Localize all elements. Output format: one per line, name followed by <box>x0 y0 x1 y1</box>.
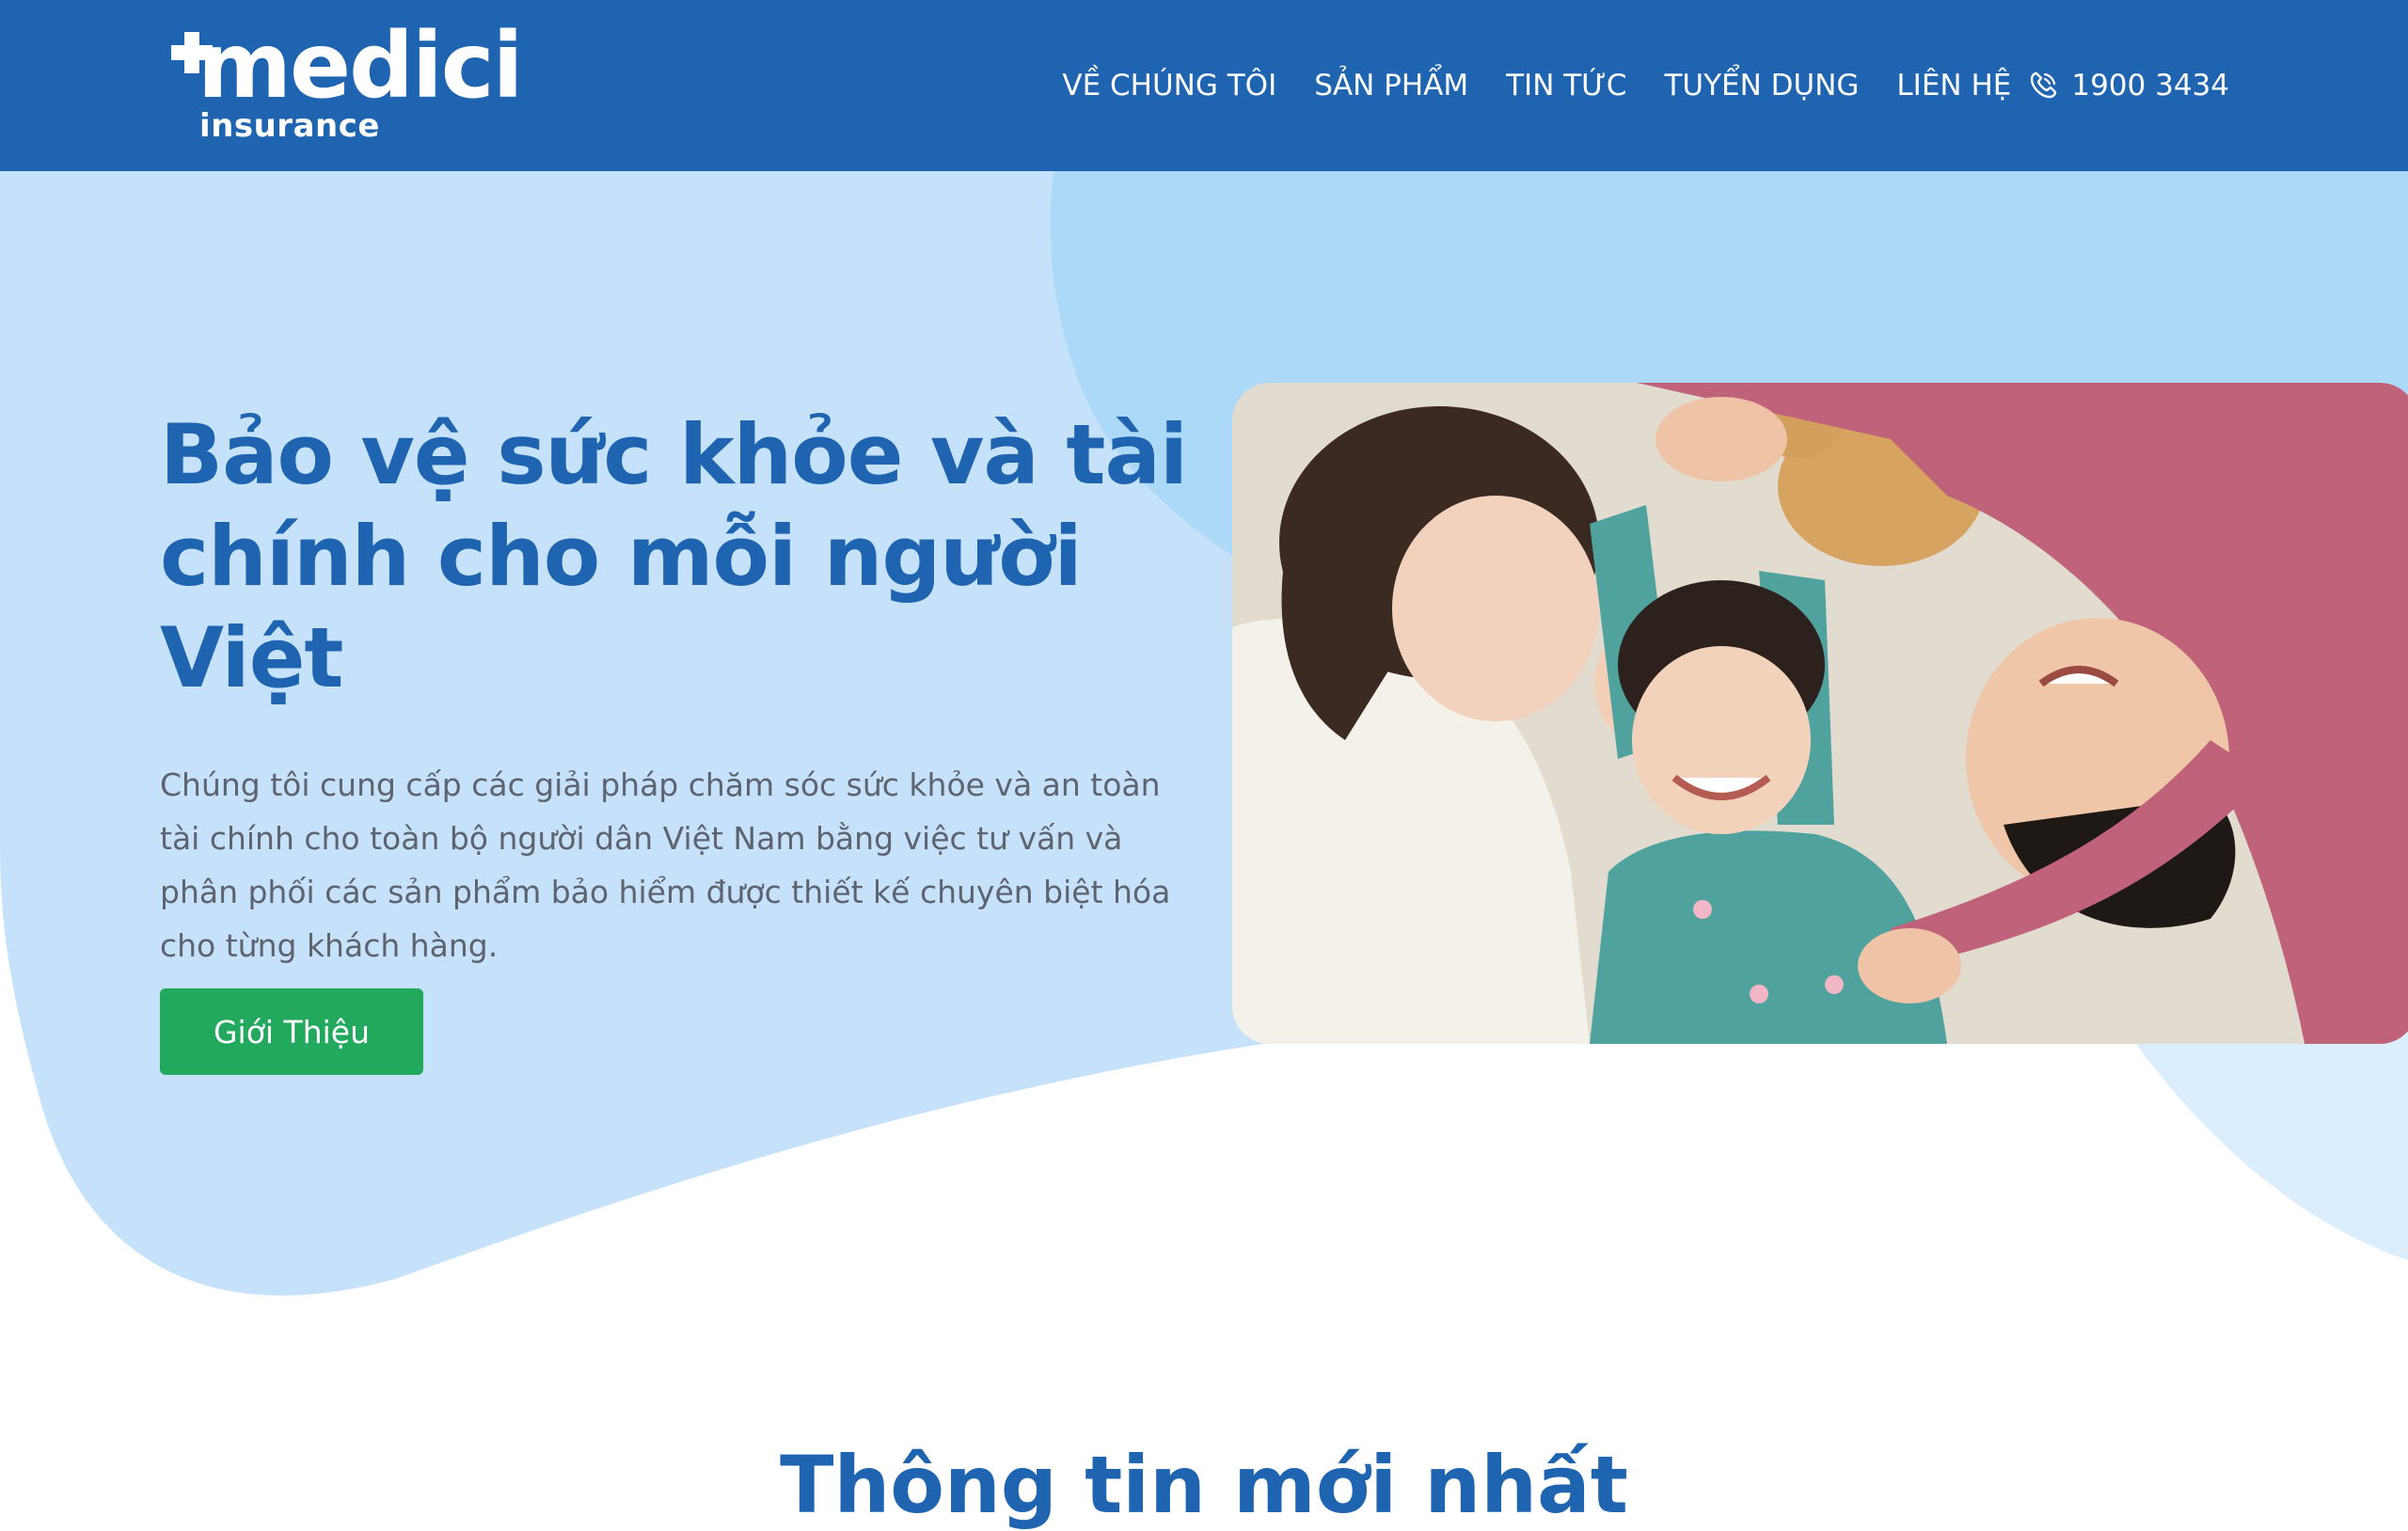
main-nav: VỀ CHÚNG TÔI SẢN PHẨM TIN TỨC TUYỂN DỤNG… <box>1024 62 2229 109</box>
logo-wordmark: medici <box>198 13 524 118</box>
latest-news-title: Thông tin mới nhất <box>780 1439 1628 1531</box>
intro-button[interactable]: Giới Thiệu <box>160 988 423 1075</box>
logo-subtext: insurance <box>199 107 380 145</box>
nav-item-contact[interactable]: LIÊN HỆ <box>1896 69 2011 103</box>
nav-item-news[interactable]: TIN TỨC <box>1506 69 1626 103</box>
nav-item-careers[interactable]: TUYỂN DỤNG <box>1664 69 1859 103</box>
phone-link[interactable]: 1900 3434 <box>2028 69 2229 103</box>
nav-item-about[interactable]: VỀ CHÚNG TÔI <box>1062 69 1276 103</box>
phone-icon <box>2031 71 2057 99</box>
site-header: medici insurance VỀ CHÚNG TÔI SẢN PHẨM T… <box>0 0 2408 171</box>
phone-number: 1900 3434 <box>2071 69 2229 103</box>
hero-family-photo <box>1232 383 2408 1044</box>
nav-item-products[interactable]: SẢN PHẨM <box>1314 69 1468 103</box>
hero-title: Bảo vệ sức khỏe và tài chính cho mỗi ngư… <box>160 406 1188 706</box>
hero-description: Chúng tôi cung cấp các giải pháp chăm só… <box>160 766 1171 964</box>
medici-logo[interactable]: medici insurance <box>171 13 524 149</box>
